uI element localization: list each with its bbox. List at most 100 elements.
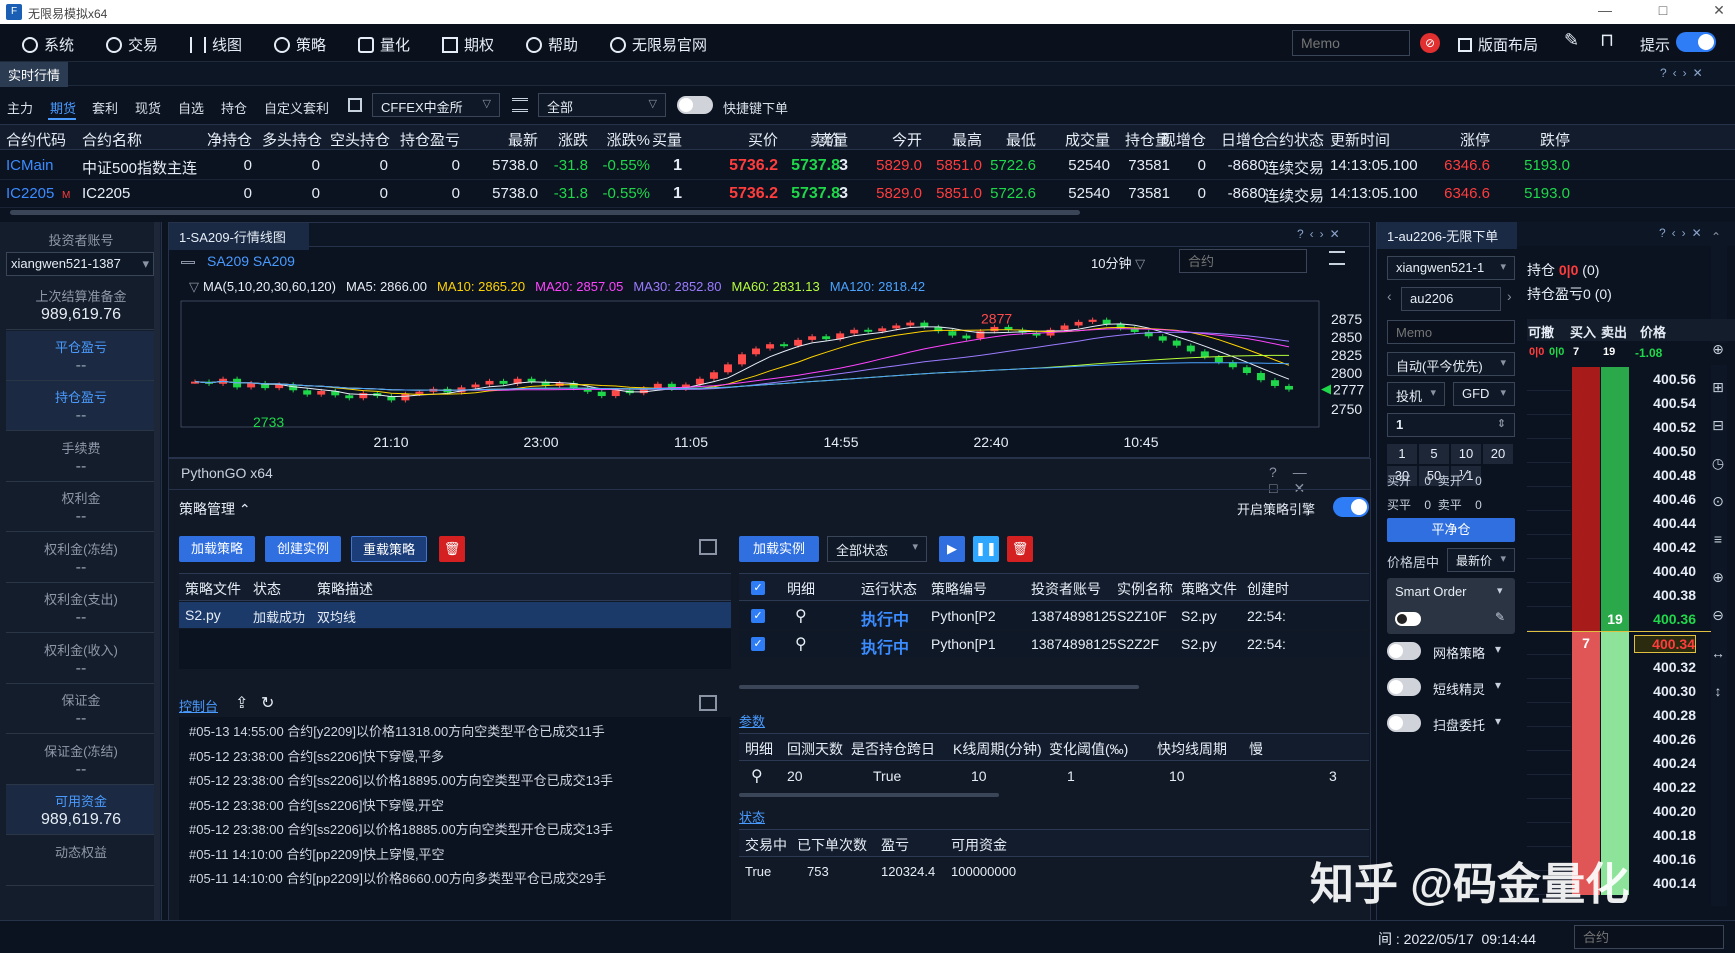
create-instance-button[interactable]: 创建实例 (265, 536, 341, 562)
column-header[interactable]: 涨跌 (548, 129, 588, 150)
chevron-down-icon[interactable]: ▾ (1495, 678, 1501, 692)
pin-icon[interactable]: ✎ (1564, 30, 1579, 51)
load-strategy-button[interactable]: 加载策略 (179, 536, 255, 562)
dom-cancel-cell[interactable] (1527, 607, 1571, 631)
export-icon[interactable]: ⇪ (235, 693, 248, 713)
column-header[interactable]: 明细 (787, 579, 815, 599)
column-header[interactable]: 涨停 (1440, 129, 1490, 150)
contract-input[interactable]: au2206 (1401, 287, 1501, 311)
table-row[interactable]: ⚲ 20 True 10 1 10 3 (739, 763, 1369, 789)
order-account-select[interactable]: xiangwen521-1 ▾ (1387, 256, 1515, 280)
dom-bid-cell[interactable] (1572, 775, 1600, 799)
dom-bid-cell[interactable] (1572, 607, 1600, 631)
close-button[interactable]: ✕ (1708, 2, 1730, 22)
option-toggle[interactable] (1387, 642, 1421, 660)
filter-tab-watchlist[interactable]: 自选 (178, 98, 204, 117)
menu-icon[interactable] (1329, 251, 1345, 265)
hedge-select[interactable]: 投机 ▾ (1387, 382, 1445, 406)
column-header[interactable]: 空头持仓 (330, 129, 390, 150)
column-header[interactable]: 实例名称 (1117, 579, 1173, 599)
dom-cancel-cell[interactable] (1527, 463, 1571, 487)
dom-cancel-cell[interactable] (1527, 631, 1571, 655)
auto-mode-select[interactable]: 自动(平今优先) ▾ (1387, 352, 1515, 376)
params-scrollbar[interactable] (739, 793, 999, 797)
prev-contract-icon[interactable]: ‹ (1387, 288, 1392, 304)
quantity-preset-button[interactable]: 1 (1387, 444, 1417, 464)
window-controls[interactable]: ?—□✕ (1269, 464, 1370, 497)
dom-bid-cell[interactable] (1572, 463, 1600, 487)
side-tool-icons[interactable]: ⊕ ⊞ ⊟ ◷ ⊙ ≡ ⊕ ⊖ ↔ ↕ (1710, 330, 1726, 910)
column-header[interactable]: 卖量 (818, 129, 848, 150)
dom-bid-cell[interactable] (1572, 439, 1600, 463)
table-row[interactable]: ICMain 中证500指数主连 0 0 0 0 5738.0 -31.8 -0.55% 1 573… (0, 153, 1735, 180)
dom-ask-cell[interactable] (1601, 655, 1629, 679)
sidebar-scrollbar[interactable] (154, 222, 160, 920)
chevron-down-icon[interactable]: ▾ (1495, 714, 1501, 728)
column-header[interactable]: 明细 (745, 739, 773, 759)
column-header[interactable]: 运行状态 (861, 579, 917, 599)
status-filter-select[interactable]: 全部状态 ▾ (827, 536, 927, 562)
column-header[interactable]: 策略文件 (185, 579, 241, 599)
account-select[interactable]: xiangwen521-1387 ▾ (6, 252, 154, 276)
refresh-icon[interactable]: ↻ (261, 693, 274, 713)
minimize-button[interactable]: — (1594, 2, 1616, 22)
stepper-arrows-icon[interactable]: ⇕ (1497, 417, 1506, 430)
dom-bid-cell[interactable] (1572, 655, 1600, 679)
dom-ask-cell[interactable] (1601, 391, 1629, 415)
column-header[interactable]: 最新 (490, 129, 538, 150)
column-header[interactable]: 现增仓 (1160, 129, 1206, 150)
column-header[interactable]: 策略编号 (931, 579, 987, 599)
dom-bid-cell[interactable] (1572, 367, 1600, 391)
dom-ask-cell[interactable] (1601, 511, 1629, 535)
column-header[interactable]: 创建时 (1247, 579, 1289, 599)
column-header[interactable]: 交易中 (745, 835, 787, 855)
dom-cancel-cell[interactable] (1527, 775, 1571, 799)
column-header[interactable]: 持仓盈亏 (398, 129, 460, 150)
engine-toggle[interactable] (1333, 497, 1369, 517)
column-header[interactable]: 买价 (718, 129, 778, 150)
dom-ask-cell[interactable] (1601, 631, 1629, 655)
column-header[interactable]: 策略描述 (317, 579, 373, 599)
column-header[interactable]: 状态 (253, 579, 281, 599)
column-header[interactable]: 合约名称 (82, 129, 142, 150)
column-header[interactable]: K线周期(分钟) (953, 739, 1042, 759)
menu-system[interactable]: 系统 (22, 34, 74, 55)
dom-cancel-cell[interactable] (1527, 487, 1571, 511)
chevron-down-icon[interactable]: ▽ (189, 279, 199, 294)
contract-search-input[interactable] (1179, 249, 1307, 273)
column-header[interactable]: 已下单次数 (797, 835, 867, 855)
dom-ask-cell[interactable] (1601, 703, 1629, 727)
column-header[interactable]: 成交量 (1052, 129, 1110, 150)
instance-scrollbar[interactable] (739, 685, 1139, 689)
column-header[interactable]: 变化阈值(‰) (1049, 739, 1128, 759)
column-header[interactable]: 慢 (1249, 739, 1263, 759)
lock-icon[interactable]: ⊓ (1600, 30, 1614, 51)
menu-website[interactable]: 无限易官网 (610, 34, 707, 55)
panel-controls[interactable]: ?‹›✕ (1659, 226, 1708, 240)
filter-tab-main[interactable]: 主力 (7, 98, 33, 117)
search-icon[interactable]: ⚲ (795, 634, 807, 654)
dom-cancel-cell[interactable] (1527, 655, 1571, 679)
column-header[interactable]: 快均线周期 (1157, 739, 1227, 759)
dom-bid-cell[interactable] (1572, 703, 1600, 727)
layout-button[interactable]: 版面布局 (1458, 34, 1538, 55)
dom-bid-cell[interactable] (1572, 799, 1600, 823)
dom-cancel-cell[interactable] (1527, 535, 1571, 559)
filter-tab-futures[interactable]: 期货 (50, 98, 76, 117)
dom-cancel-cell[interactable] (1527, 391, 1571, 415)
maximize-button[interactable]: □ (1652, 2, 1674, 22)
tab-realtime-quotes[interactable]: 实时行情 (0, 62, 69, 87)
dom-ask-cell[interactable] (1601, 415, 1629, 439)
table-row[interactable]: S2.py 加载成功 双均线 (179, 602, 731, 628)
table-row[interactable]: True 753 120324.4 100000000 (739, 859, 1369, 885)
column-header[interactable]: 合约代码 (6, 129, 66, 150)
dom-bid-cell[interactable] (1572, 415, 1600, 439)
filter-tab-spot[interactable]: 现货 (135, 98, 161, 117)
dom-cancel-cell[interactable] (1527, 751, 1571, 775)
column-header[interactable]: 策略文件 (1181, 579, 1237, 599)
column-header[interactable]: 最低 (988, 129, 1036, 150)
dom-cancel-cell[interactable] (1527, 367, 1571, 391)
select-all-checkbox[interactable]: ✓ (751, 581, 765, 595)
candlestick-chart[interactable]: 21:10 23:00 11:05 14:55 22:40 10:45 2875 2850 28… (169, 297, 1369, 457)
play-icon[interactable]: ▶ (939, 536, 965, 562)
